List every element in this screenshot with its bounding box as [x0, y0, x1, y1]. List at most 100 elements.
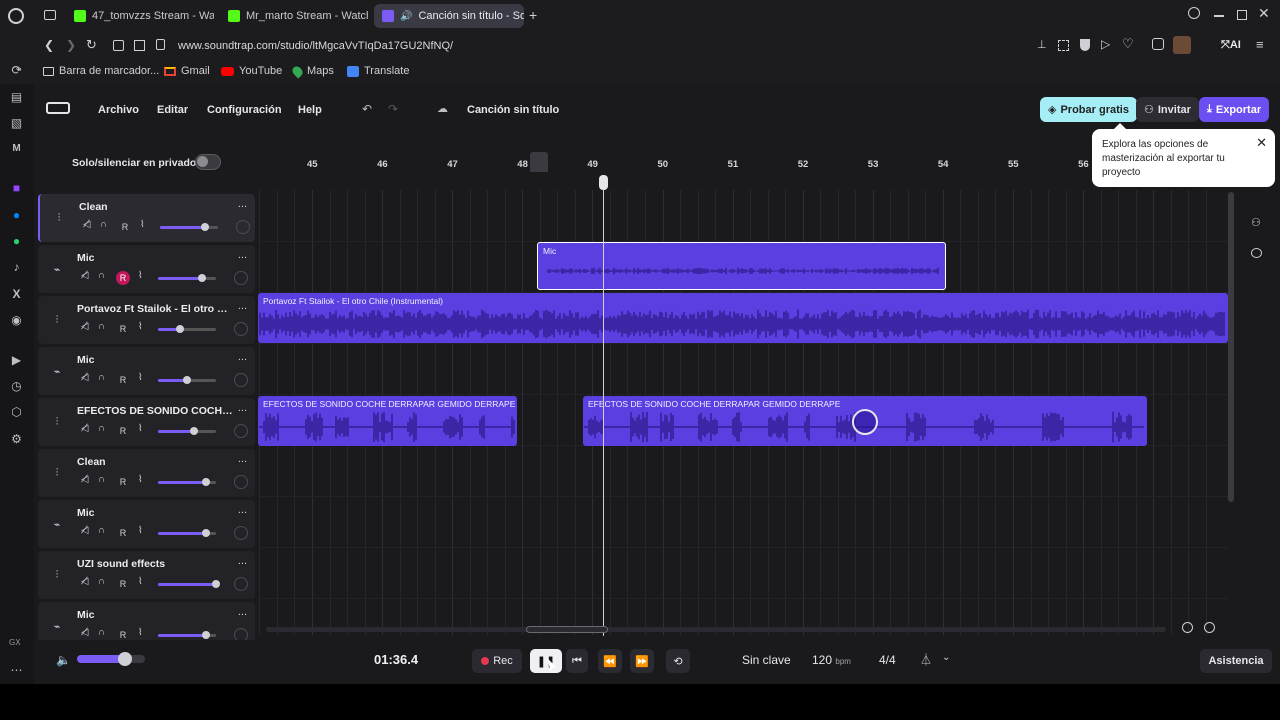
- m-sidebar-icon[interactable]: M: [9, 141, 24, 156]
- pan-knob[interactable]: [234, 424, 248, 438]
- automation-icon[interactable]: ⌇: [138, 474, 143, 485]
- track-name[interactable]: EFECTOS DE SONIDO COCHE D...: [77, 405, 235, 417]
- headphones-icon[interactable]: ∩: [98, 525, 105, 536]
- close-icon[interactable]: ✕: [1256, 136, 1267, 150]
- audio-clip[interactable]: EFECTOS DE SONIDO COCHE DERRAPAR GEMIDO …: [258, 396, 517, 446]
- pan-knob[interactable]: [234, 577, 248, 591]
- fast-forward-button[interactable]: ⏩: [630, 649, 654, 673]
- extensions-sidebar-icon[interactable]: ⬡: [9, 404, 24, 419]
- track-volume-knob[interactable]: [176, 325, 185, 333]
- track-volume-knob[interactable]: [212, 580, 220, 588]
- menu-icon[interactable]: ≡: [1256, 37, 1264, 52]
- waveform-icon[interactable]: ⫶: [52, 211, 66, 225]
- pin-icon[interactable]: ⊥: [1037, 38, 1047, 51]
- assistance-button[interactable]: Asistencia: [1200, 649, 1272, 673]
- more-sidebar-icon[interactable]: ⋯: [9, 662, 24, 677]
- menu-archivo[interactable]: Archivo: [98, 104, 139, 116]
- chat-icon[interactable]: [1251, 248, 1262, 258]
- mute-icon[interactable]: ◁̸: [81, 372, 88, 383]
- soundtrap-logo-icon[interactable]: [46, 102, 70, 114]
- track-name[interactable]: Clean: [79, 201, 237, 213]
- skip-to-start-button[interactable]: ⏮: [566, 649, 588, 673]
- record-arm-button[interactable]: R: [116, 271, 130, 285]
- track-row[interactable]: ⫶ Portavoz Ft Stailok - El otro Chil.....…: [38, 296, 255, 344]
- headphones-icon[interactable]: ∩: [98, 474, 105, 485]
- record-button[interactable]: Rec: [472, 649, 522, 673]
- waveform-icon[interactable]: ⫶: [50, 466, 64, 480]
- track-name[interactable]: Mic: [77, 354, 235, 366]
- pause-button[interactable]: ❚❚: [530, 649, 562, 673]
- headphones-icon[interactable]: ∩: [98, 576, 105, 587]
- back-icon[interactable]: ❮: [44, 38, 54, 52]
- track-row[interactable]: ⫶ EFECTOS DE SONIDO COCHE D...... ◁̸ ∩ R ⌇: [38, 398, 255, 446]
- mic-icon[interactable]: ⌁: [50, 619, 64, 633]
- track-volume-slider[interactable]: [158, 427, 216, 435]
- track-volume-slider[interactable]: [158, 274, 216, 282]
- automation-icon[interactable]: ⌇: [138, 627, 143, 638]
- vertical-scrollbar[interactable]: [1228, 192, 1234, 502]
- waveform-icon[interactable]: ⫶: [50, 415, 64, 429]
- audio-clip[interactable]: Portavoz Ft Stailok - El otro Chile (Ins…: [258, 293, 1228, 343]
- scroll-thumb[interactable]: [526, 626, 608, 633]
- loop-button[interactable]: ⟲: [666, 649, 690, 673]
- track-name[interactable]: UZI sound effects: [77, 558, 235, 570]
- play-icon[interactable]: ▷: [1101, 37, 1110, 51]
- audio-clip[interactable]: Mic: [537, 242, 946, 290]
- bookmark-maps[interactable]: Maps: [290, 63, 334, 79]
- automation-icon[interactable]: ⌇: [138, 321, 143, 332]
- track-volume-slider[interactable]: [158, 529, 216, 537]
- track-more-icon[interactable]: ...: [238, 249, 247, 261]
- waveform-icon[interactable]: ⫶: [50, 568, 64, 582]
- tab-kick-mr-marto[interactable]: Mr_marto Stream - Watch: [220, 4, 368, 28]
- automation-icon[interactable]: ⌇: [138, 372, 143, 383]
- mute-icon[interactable]: ◁̸: [81, 576, 88, 587]
- track-volume-slider[interactable]: [158, 478, 216, 486]
- record-arm-button[interactable]: R: [116, 526, 130, 540]
- forward-icon[interactable]: ❯: [66, 38, 76, 52]
- messenger-icon[interactable]: ●: [9, 207, 24, 222]
- track-more-icon[interactable]: ...: [238, 198, 247, 210]
- maximize-button[interactable]: [1237, 10, 1247, 20]
- track-volume-knob[interactable]: [201, 529, 210, 537]
- zoom-in-icon[interactable]: [1182, 622, 1193, 633]
- heart-icon[interactable]: ♡: [1122, 36, 1134, 52]
- record-arm-button[interactable]: R: [116, 577, 130, 591]
- pan-knob[interactable]: [234, 526, 248, 540]
- automation-icon[interactable]: ⌇: [138, 576, 143, 587]
- player-sidebar-icon[interactable]: ▶: [9, 352, 24, 367]
- automation-icon[interactable]: ⌇: [140, 219, 145, 230]
- track-volume-slider[interactable]: [158, 580, 220, 588]
- mute-icon[interactable]: ◁̸: [81, 321, 88, 332]
- master-volume-knob[interactable]: [117, 652, 132, 666]
- pan-knob[interactable]: [234, 475, 248, 489]
- url-field[interactable]: www.soundtrap.com/studio/ltMgcaVvTIqDa17…: [178, 40, 453, 52]
- mute-icon[interactable]: ◁̸: [81, 270, 88, 281]
- master-volume-icon[interactable]: 🔈: [56, 653, 71, 667]
- headphones-icon[interactable]: ∩: [98, 627, 105, 638]
- menu-editar[interactable]: Editar: [157, 104, 188, 116]
- track-volume-knob[interactable]: [183, 376, 191, 384]
- automation-icon[interactable]: ⌇: [138, 270, 143, 281]
- track-row[interactable]: ⌁ Mic... ◁̸ ∩ R ⌇: [38, 245, 255, 293]
- x-icon[interactable]: X: [9, 286, 24, 301]
- collaborators-icon[interactable]: ⚇: [1251, 216, 1261, 229]
- track-volume-knob[interactable]: [201, 478, 210, 486]
- track-more-icon[interactable]: ...: [238, 351, 247, 363]
- redo-icon[interactable]: ↷: [388, 102, 398, 116]
- track-row[interactable]: ⫶ UZI sound effects... ◁̸ ∩ R ⌇: [38, 551, 255, 599]
- mute-icon[interactable]: ◁̸: [81, 474, 88, 485]
- mute-icon[interactable]: ◁̸: [81, 423, 88, 434]
- track-volume-knob[interactable]: [189, 427, 198, 435]
- key-display[interactable]: Sin clave: [742, 653, 791, 667]
- headphones-icon[interactable]: ∩: [98, 423, 105, 434]
- extensions-icon[interactable]: [1152, 38, 1164, 50]
- track-name[interactable]: Portavoz Ft Stailok - El otro Chil...: [77, 303, 235, 315]
- undo-icon[interactable]: ↶: [362, 102, 372, 116]
- record-arm-button[interactable]: R: [116, 373, 130, 387]
- avatar[interactable]: [1173, 36, 1191, 54]
- track-row[interactable]: ⫶ Clean... ◁̸ ∩ R ⌇: [38, 449, 255, 497]
- time-signature[interactable]: 4/4: [879, 653, 896, 667]
- track-row[interactable]: ⌁ Mic... ◁̸ ∩ R ⌇: [38, 500, 255, 548]
- close-window-button[interactable]: ✕: [1258, 5, 1270, 22]
- lock-icon[interactable]: [156, 39, 165, 50]
